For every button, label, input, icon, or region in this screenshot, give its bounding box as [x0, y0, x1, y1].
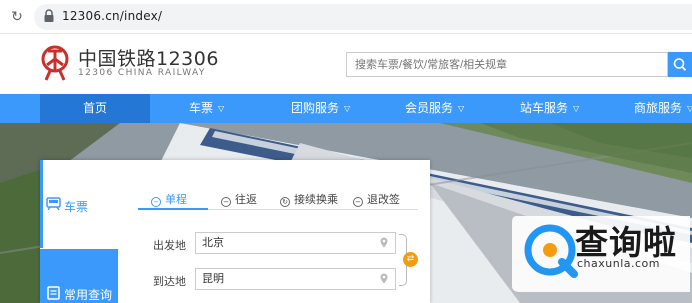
nav-item-tickets[interactable]: 车票 ▽	[189, 94, 224, 123]
lock-icon[interactable]	[43, 9, 55, 23]
nav-item-business[interactable]: 商旅服务 ▽	[634, 94, 692, 123]
chevron-down-icon: ▽	[687, 104, 692, 113]
to-station-input[interactable]: 昆明	[195, 268, 396, 290]
reload-icon[interactable]: ↻	[8, 8, 26, 26]
nav-item-member[interactable]: 会员服务 ▽	[405, 94, 464, 123]
search-icon	[673, 58, 687, 71]
location-pin-icon	[380, 273, 388, 284]
to-label: 到达地	[153, 275, 186, 288]
chevron-down-icon: ▽	[344, 104, 351, 113]
tab-label: 退改签	[367, 193, 400, 206]
chevron-down-icon: ▽	[573, 104, 580, 113]
refresh-circle-icon: ↻	[280, 197, 290, 207]
nav-item-group[interactable]: 团购服务 ▽	[291, 94, 350, 123]
watermark-domain: chaxunla.com	[577, 257, 660, 270]
logo-subtitle: 12306 CHINA RAILWAY	[78, 68, 206, 78]
nav-label: 车票	[189, 101, 214, 115]
from-station-input[interactable]: 北京	[195, 232, 396, 254]
url-text[interactable]: 12306.cn/index/	[62, 9, 162, 23]
tab-transfer[interactable]: ↻ 接续换乘	[280, 191, 338, 207]
search-button[interactable]	[668, 52, 692, 77]
nav-item-station[interactable]: 站车服务 ▽	[520, 94, 579, 123]
logo-title[interactable]: 中国铁路12306	[78, 44, 219, 71]
tab-refund-change[interactable]: − 退改签	[353, 191, 400, 207]
nav-label: 会员服务	[405, 101, 454, 115]
tab-active-indicator	[138, 208, 208, 210]
chevron-down-icon: ▽	[458, 104, 465, 113]
tab-one-way[interactable]: − 单程	[151, 191, 187, 207]
nav-label: 首页	[82, 101, 107, 115]
side-tab-ticket-label: 车票	[64, 200, 89, 214]
tab-label: 往返	[235, 193, 257, 206]
document-icon	[47, 286, 60, 300]
tab-round-trip[interactable]: − 往返	[221, 191, 257, 207]
side-tab-common-label: 常用查询	[64, 288, 113, 302]
train-icon	[46, 197, 61, 210]
location-pin-icon	[380, 237, 388, 248]
tab-label: 单程	[165, 193, 187, 206]
minus-circle-icon: −	[221, 197, 231, 207]
search-input[interactable]	[346, 52, 668, 77]
minus-circle-icon: −	[353, 197, 363, 207]
from-label: 出发地	[153, 239, 186, 252]
swap-icon: ⇄	[406, 254, 415, 264]
minus-circle-icon: −	[151, 197, 161, 207]
tab-label: 接续换乘	[294, 193, 338, 206]
nav-label: 团购服务	[291, 101, 340, 115]
nav-label: 站车服务	[520, 101, 569, 115]
swap-stations-button[interactable]: ⇄	[403, 252, 418, 267]
railway-logo-icon[interactable]	[40, 45, 70, 81]
chevron-down-icon: ▽	[218, 104, 225, 113]
nav-item-home[interactable]: 首页	[40, 94, 150, 123]
nav-label: 商旅服务	[634, 101, 683, 115]
